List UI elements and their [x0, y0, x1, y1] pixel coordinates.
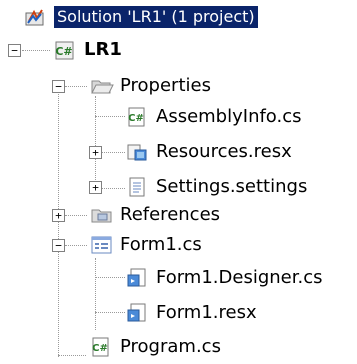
expand-toggle-settings[interactable]: +	[89, 181, 102, 194]
references-icon	[90, 204, 112, 226]
form1-label: Form1.cs	[120, 234, 202, 255]
form-icon	[90, 234, 112, 256]
tree-item-program[interactable]: C# Program.cs	[90, 330, 221, 364]
tree-item-project[interactable]: C# LR1	[54, 33, 122, 67]
form1-resx-label: Form1.resx	[156, 302, 257, 323]
assemblyinfo-label: AssemblyInfo.cs	[156, 106, 302, 127]
tree-line	[22, 50, 50, 51]
tree-line	[101, 188, 125, 189]
solution-explorer-tree: Solution 'LR1' (1 project) − C# LR1 − Pr…	[0, 0, 357, 360]
resx-icon	[126, 302, 148, 324]
tree-item-assemblyinfo[interactable]: C# AssemblyInfo.cs	[126, 100, 302, 134]
tree-line	[95, 312, 125, 313]
form1-designer-label: Form1.Designer.cs	[156, 267, 323, 288]
tree-item-references[interactable]: References	[90, 198, 220, 232]
settings-file-icon	[126, 176, 148, 198]
tree-item-solution[interactable]: Solution 'LR1' (1 project)	[24, 0, 258, 34]
collapse-toggle-project[interactable]: −	[8, 44, 21, 57]
solution-label: Solution 'LR1' (1 project)	[54, 6, 258, 28]
csharp-file-icon	[126, 267, 148, 289]
tree-line	[65, 245, 87, 246]
tree-item-form1[interactable]: Form1.cs	[90, 228, 202, 262]
resources-label: Resources.resx	[156, 141, 292, 162]
svg-text:C#: C#	[55, 45, 72, 58]
project-label: LR1	[84, 39, 122, 60]
tree-line	[58, 355, 86, 356]
settings-label: Settings.settings	[156, 176, 308, 197]
folder-open-icon	[90, 75, 114, 97]
tree-line	[65, 215, 87, 216]
tree-line	[95, 258, 96, 330]
expand-toggle-references[interactable]: +	[52, 209, 65, 222]
collapse-toggle-properties[interactable]: −	[52, 80, 65, 93]
collapse-toggle-form1[interactable]: −	[52, 239, 65, 252]
tree-item-form1-designer[interactable]: Form1.Designer.cs	[126, 261, 322, 295]
program-label: Program.cs	[120, 336, 221, 357]
tree-item-form1-resx[interactable]: Form1.resx	[126, 296, 257, 330]
properties-label: Properties	[120, 75, 211, 96]
tree-line	[95, 277, 125, 278]
csharp-project-icon: C#	[54, 39, 76, 61]
csharp-file-icon: C#	[126, 106, 148, 128]
resx-icon	[126, 141, 148, 163]
references-label: References	[120, 204, 221, 225]
solution-icon	[24, 6, 46, 28]
csharp-file-icon: C#	[90, 336, 112, 358]
svg-text:C#: C#	[128, 113, 144, 124]
svg-text:C#: C#	[92, 343, 108, 354]
tree-line	[95, 116, 125, 117]
tree-item-properties[interactable]: Properties	[90, 69, 211, 103]
tree-line	[58, 92, 59, 357]
tree-item-resources[interactable]: Resources.resx	[126, 135, 292, 169]
tree-line	[101, 152, 125, 153]
tree-line	[65, 86, 87, 87]
expand-toggle-resources[interactable]: +	[89, 146, 102, 159]
tree-line	[95, 96, 96, 188]
